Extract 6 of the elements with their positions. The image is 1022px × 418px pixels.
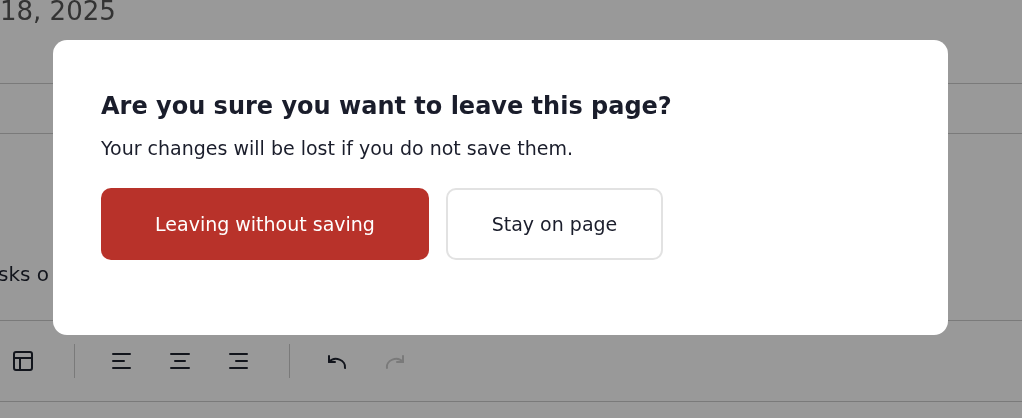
leave-button[interactable]: Leaving without saving [101,188,429,260]
stay-button[interactable]: Stay on page [446,188,663,260]
dialog-message: Your changes will be lost if you do not save them. [101,136,575,161]
dialog-title: Are you sure you want to leave this page? [101,91,673,122]
table-icon[interactable] [10,348,36,374]
date-text: 18, 2025 [0,0,117,26]
